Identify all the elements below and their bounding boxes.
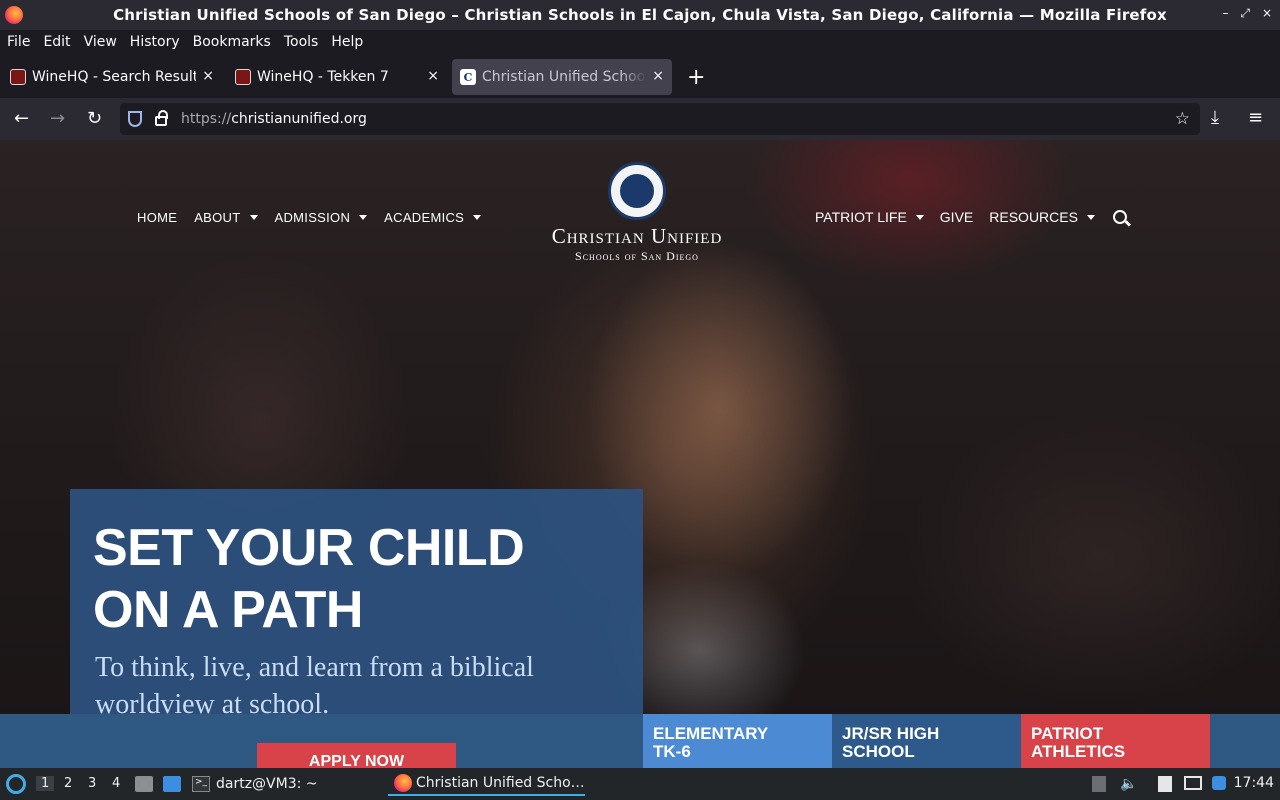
menu-bar: File Edit View History Bookmarks Tools H… (0, 30, 1280, 54)
tab-label: Christian Unified Schools (482, 69, 646, 85)
cu-c-icon: C (460, 69, 476, 85)
terminal-icon: >_ (192, 776, 210, 792)
tile-jrsr-high-school[interactable]: JR/SR HIGH SCHOOL (832, 714, 1021, 768)
nav-patriot-life[interactable]: PATRIOT LIFE (815, 209, 924, 225)
url-text[interactable]: https://christianunified.org (181, 111, 367, 127)
downloads-icon[interactable]: ⤓ (1211, 107, 1219, 128)
bookmark-star-icon[interactable]: ☆ (1175, 109, 1190, 129)
menu-history[interactable]: History (130, 34, 180, 50)
caret-down-icon (249, 215, 258, 220)
logo-line-1: Christian Unified (551, 224, 723, 248)
clipboard-icon[interactable] (1158, 776, 1172, 792)
menu-file[interactable]: File (7, 34, 30, 50)
tab-close-icon[interactable]: × (652, 68, 664, 84)
desktop-icon[interactable] (163, 776, 181, 792)
nav-home[interactable]: HOME (137, 210, 177, 225)
search-icon[interactable] (1112, 210, 1127, 224)
window-title: Christian Unified Schools of San Diego –… (113, 6, 1167, 24)
tab-close-icon[interactable]: × (202, 68, 214, 84)
back-button[interactable]: ← (14, 108, 29, 129)
menu-view[interactable]: View (84, 34, 117, 50)
tab-christian-unified[interactable]: C Christian Unified Schools × (452, 59, 672, 95)
school-seal-icon (608, 162, 666, 220)
shield-icon[interactable] (128, 111, 142, 127)
site-nav-right: PATRIOT LIFE GIVE RESOURCES (815, 209, 1127, 225)
url-bar[interactable]: https://christianunified.org ☆ (120, 103, 1200, 135)
firefox-icon (394, 774, 412, 792)
menu-tools[interactable]: Tools (284, 34, 319, 50)
nav-academics[interactable]: ACADEMICS (384, 210, 482, 225)
workspace-2[interactable]: 2 (64, 776, 72, 791)
workspace-4[interactable]: 4 (112, 776, 120, 791)
taskbar-firefox[interactable]: Christian Unified Scho… (388, 772, 585, 796)
workspace-3[interactable]: 3 (88, 776, 96, 791)
apply-now-button[interactable]: APPLY NOW (257, 743, 456, 768)
caret-down-icon (473, 215, 482, 220)
navigation-toolbar: ← → ↻ https://christianunified.org ☆ ⤓ ≡ (0, 98, 1280, 140)
tab-label: WineHQ - Search Results (32, 69, 196, 85)
firefox-logo-icon (5, 6, 23, 24)
hero-subtitle: To think, live, and learn from a biblica… (95, 652, 534, 720)
nav-give[interactable]: GIVE (940, 209, 973, 225)
tab-winehq-search[interactable]: WineHQ - Search Results × (2, 59, 222, 95)
caret-down-icon (1086, 214, 1095, 220)
nav-resources[interactable]: RESOURCES (989, 209, 1095, 225)
tab-bar: WineHQ - Search Results × WineHQ - Tekke… (0, 56, 1280, 98)
update-notifier-icon[interactable] (1212, 776, 1226, 790)
lock-icon[interactable] (155, 110, 168, 126)
logo-line-2: Schools of San Diego (575, 249, 699, 263)
clock: 17:44 (1233, 775, 1274, 791)
site-logo[interactable]: Christian Unified Schools of San Diego (530, 162, 744, 264)
wine-glass-icon (10, 69, 26, 85)
network-icon[interactable] (1184, 776, 1202, 790)
menu-bookmarks[interactable]: Bookmarks (193, 34, 271, 50)
tile-elementary[interactable]: ELEMENTARY TK-6 (643, 714, 832, 768)
menu-edit[interactable]: Edit (43, 34, 70, 50)
window-titlebar: Christian Unified Schools of San Diego –… (0, 0, 1280, 30)
reload-button[interactable]: ↻ (87, 108, 102, 129)
window-controls: – ⤢ × (1222, 6, 1272, 21)
nav-admission[interactable]: ADMISSION (275, 210, 368, 225)
web-page: HOME ABOUT ADMISSION ACADEMICS Christian… (0, 140, 1280, 768)
wine-glass-icon (235, 69, 251, 85)
tab-close-icon[interactable]: × (427, 68, 439, 84)
hamburger-menu-icon[interactable]: ≡ (1248, 107, 1263, 128)
file-manager-icon[interactable] (135, 776, 153, 792)
forward-button[interactable]: → (50, 108, 65, 129)
caret-down-icon (915, 214, 924, 220)
nav-about[interactable]: ABOUT (194, 210, 258, 225)
tab-label: WineHQ - Tekken 7 (257, 69, 389, 85)
new-tab-button[interactable]: + (687, 65, 705, 90)
site-nav-left: HOME ABOUT ADMISSION ACADEMICS (137, 210, 498, 225)
hero-title: SET YOUR CHILD ON A PATH (93, 519, 525, 639)
workspace-1[interactable]: 1 (36, 776, 55, 791)
eject-icon[interactable] (1092, 776, 1106, 792)
taskbar: 1 2 3 4 >_ dartz@VM3: ~ Christian Unifie… (0, 768, 1280, 800)
minimize-button[interactable]: – (1222, 6, 1228, 21)
maximize-button[interactable]: ⤢ (1240, 6, 1250, 21)
volume-icon[interactable]: 🔈 (1120, 776, 1137, 792)
tile-patriot-athletics[interactable]: PATRIOT ATHLETICS (1021, 714, 1210, 768)
start-menu-icon[interactable] (6, 774, 26, 794)
tab-winehq-tekken[interactable]: WineHQ - Tekken 7 × (227, 59, 447, 95)
close-window-button[interactable]: × (1262, 6, 1272, 21)
menu-help[interactable]: Help (331, 34, 363, 50)
taskbar-terminal[interactable]: >_ dartz@VM3: ~ (192, 772, 318, 796)
caret-down-icon (359, 215, 368, 220)
